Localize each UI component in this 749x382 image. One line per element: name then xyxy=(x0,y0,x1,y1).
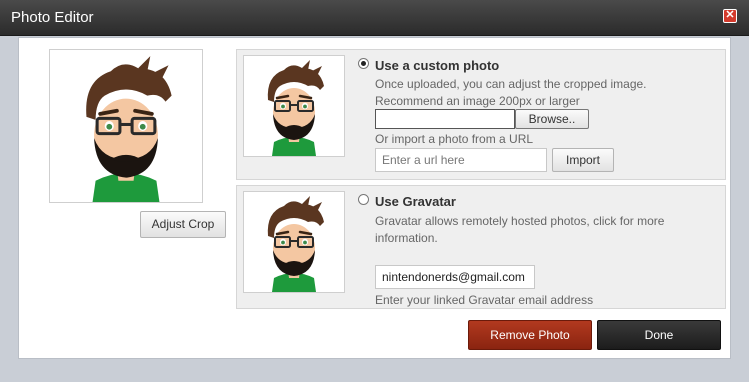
custom-photo-radio[interactable] xyxy=(358,58,369,69)
done-button[interactable]: Done xyxy=(597,320,721,350)
adjust-crop-button[interactable]: Adjust Crop xyxy=(140,211,226,238)
window-title: Photo Editor xyxy=(11,9,94,26)
gravatar-radio[interactable] xyxy=(358,194,369,205)
current-avatar-image xyxy=(49,49,203,203)
gravatar-email-hint: Enter your linked Gravatar email address xyxy=(375,293,594,307)
avatar-illustration xyxy=(50,50,202,202)
custom-photo-option[interactable]: Use a custom photo Once uploaded, you ca… xyxy=(236,49,726,180)
close-icon[interactable]: ✕ xyxy=(723,9,737,23)
gravatar-option[interactable]: Use Gravatar Gravatar allows remotely ho… xyxy=(236,185,726,309)
gravatar-title: Use Gravatar xyxy=(375,194,456,209)
import-url-hint: Or import a photo from a URL xyxy=(375,132,534,146)
remove-photo-button[interactable]: Remove Photo xyxy=(468,320,592,350)
avatar-illustration xyxy=(244,192,344,292)
photo-editor-panel: Adjust Crop Use a custom photo Once uplo… xyxy=(18,37,731,359)
image-size-recommendation: Recommend an image 200px or larger xyxy=(375,94,580,108)
photo-url-input[interactable] xyxy=(375,148,547,172)
custom-photo-title: Use a custom photo xyxy=(375,58,500,73)
custom-photo-preview xyxy=(243,55,345,157)
gravatar-email-input[interactable] xyxy=(375,265,535,289)
gravatar-description-line2[interactable]: information. xyxy=(375,231,438,245)
custom-photo-description: Once uploaded, you can adjust the croppe… xyxy=(375,77,647,91)
title-bar: Photo Editor ✕ xyxy=(0,0,749,36)
file-path-field[interactable] xyxy=(375,109,515,129)
gravatar-preview xyxy=(243,191,345,293)
browse-button[interactable]: Browse.. xyxy=(515,109,589,129)
gravatar-description-line1[interactable]: Gravatar allows remotely hosted photos, … xyxy=(375,214,664,228)
avatar-illustration xyxy=(244,56,344,156)
import-button[interactable]: Import xyxy=(552,148,614,172)
